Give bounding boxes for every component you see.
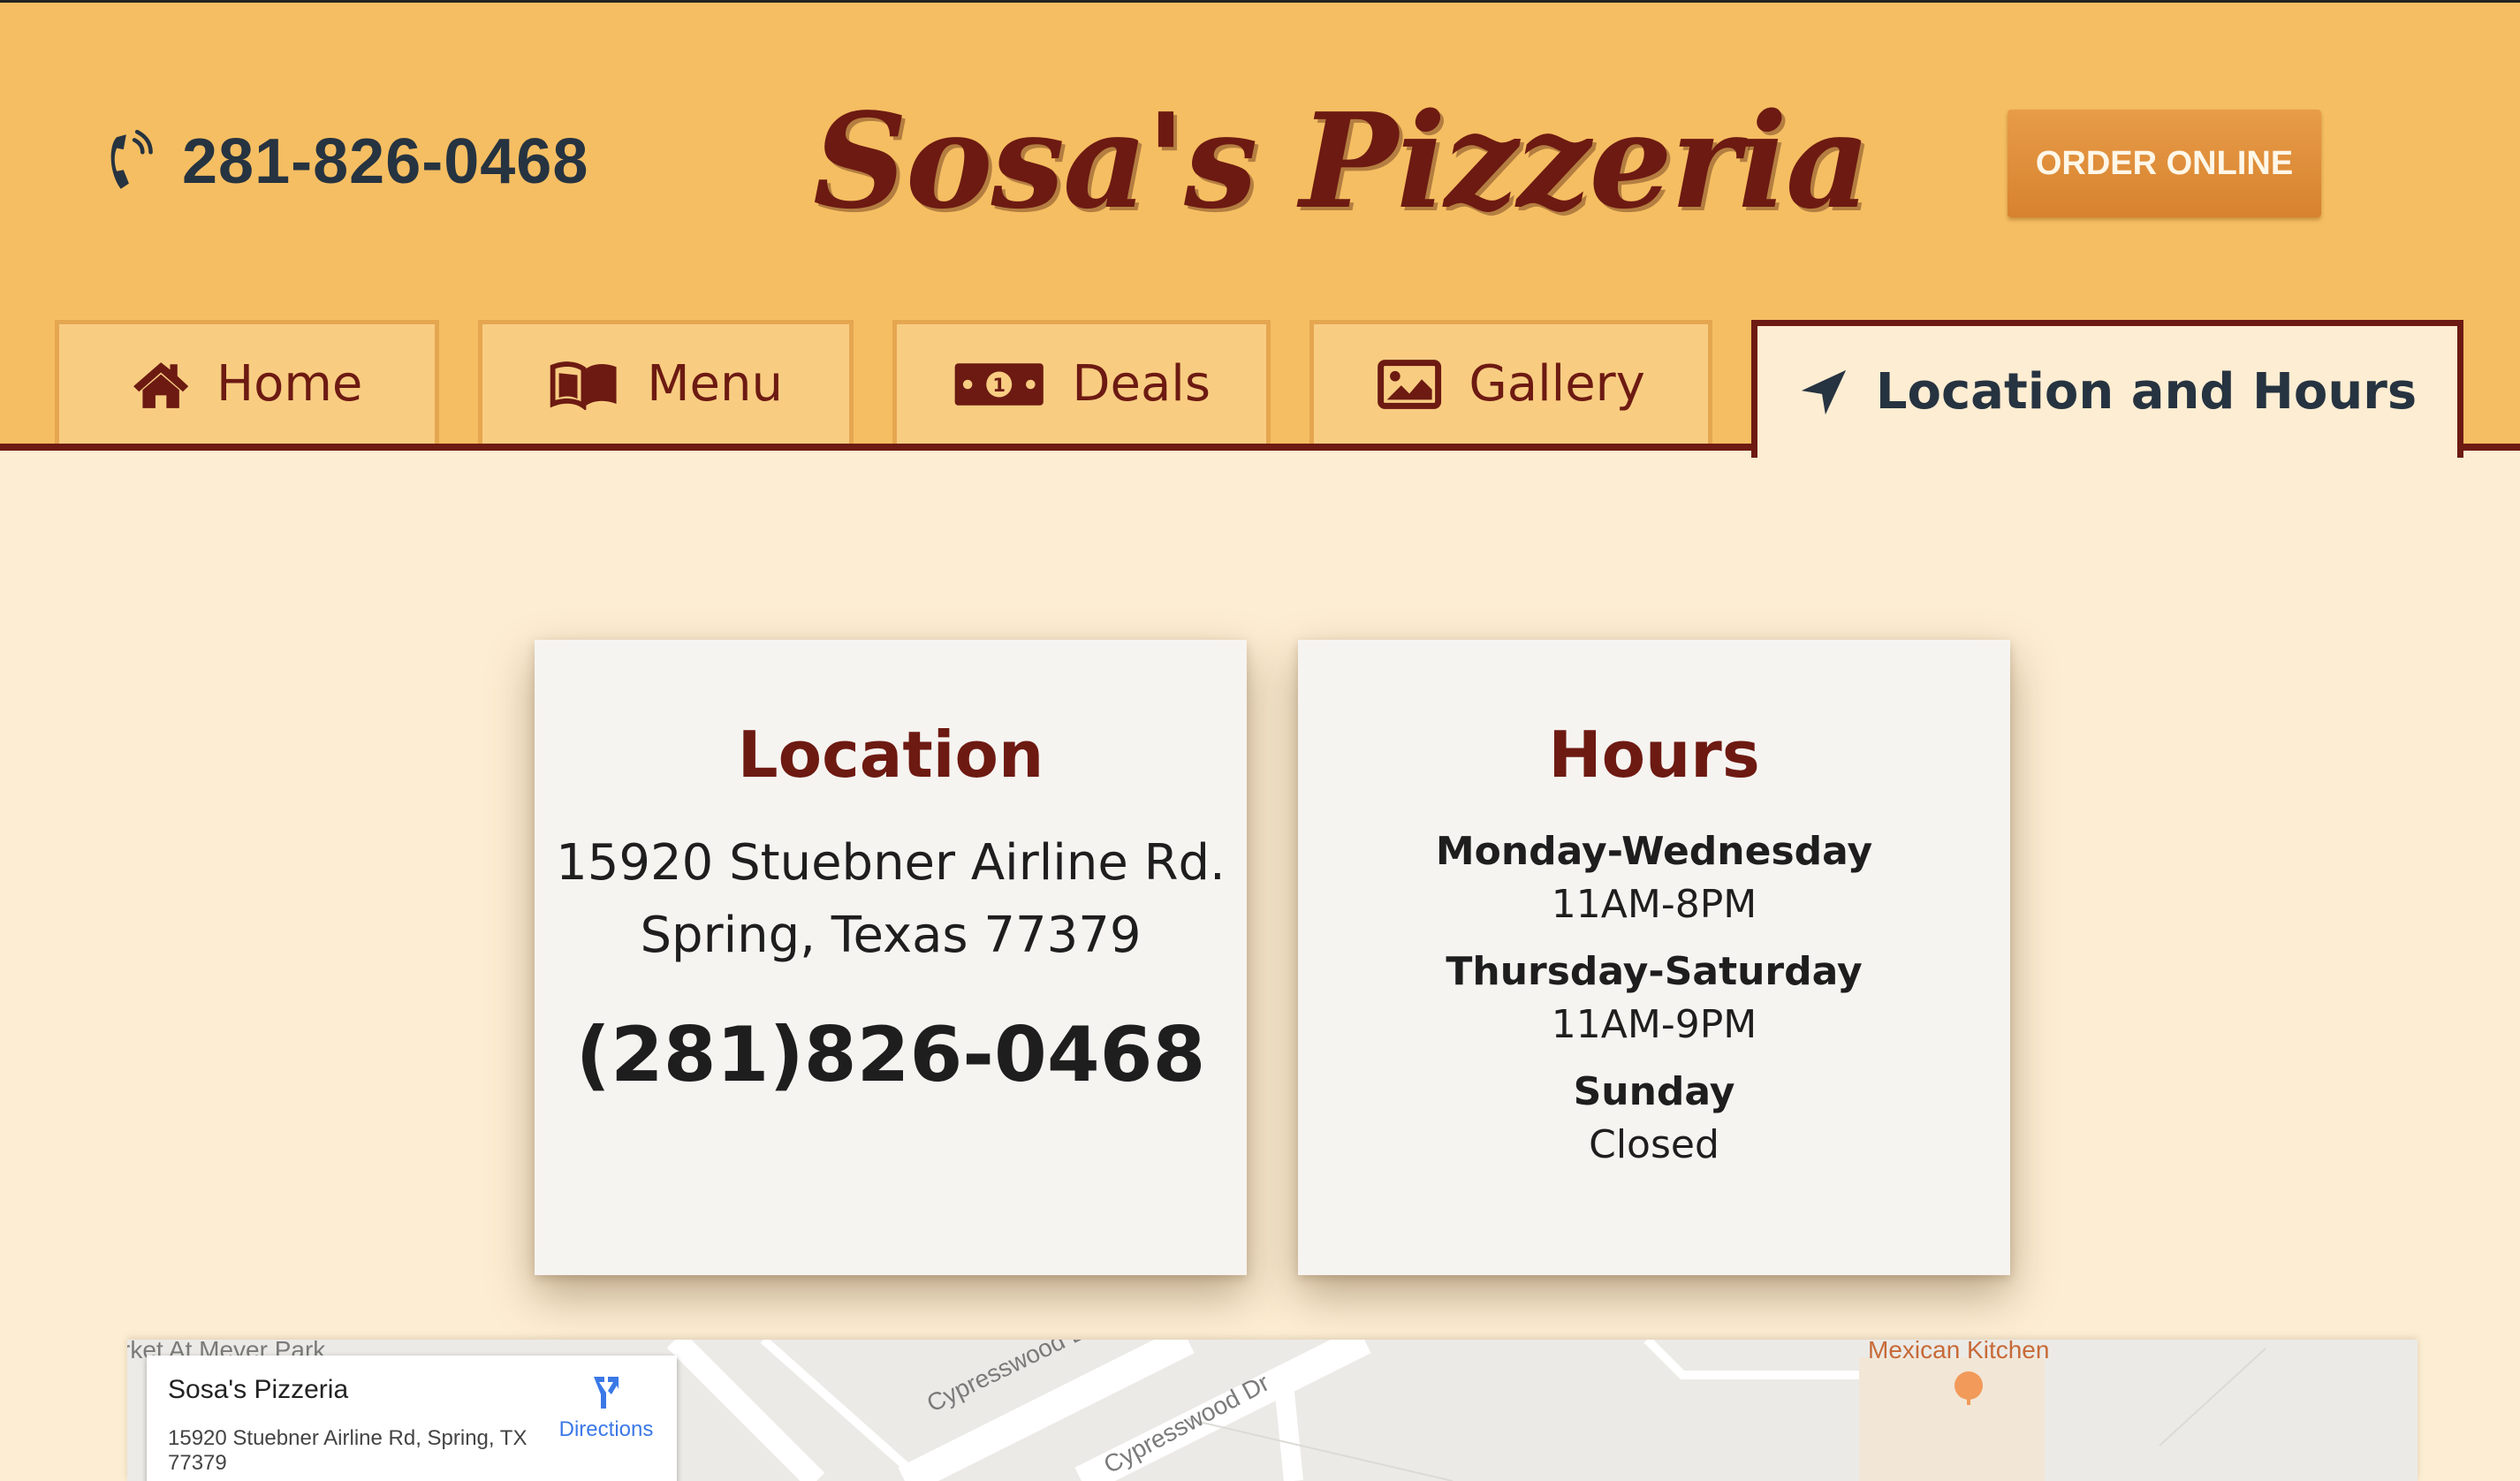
location-address: 15920 Stuebner Airline Rd. Spring, Texas…	[535, 827, 1247, 972]
place-name: Sosa's Pizzeria	[168, 1375, 349, 1404]
svg-text:1: 1	[992, 373, 1006, 395]
place-address: 15920 Stuebner Airline Rd, Spring, TX 77…	[168, 1426, 528, 1475]
hours-time: Closed	[1589, 1122, 1719, 1167]
location-card: Location 15920 Stuebner Airline Rd. Spri…	[535, 640, 1247, 1275]
directions-icon	[594, 1377, 619, 1409]
embedded-map[interactable]: rket At Meyer Park Cypresswood Dr Cypres…	[127, 1340, 2418, 1481]
hours-list: Monday-Wednesday 11AM-8PM Thursday-Satur…	[1298, 825, 2010, 1186]
book-icon	[550, 361, 617, 410]
tab-home[interactable]: Home	[55, 320, 439, 444]
tab-gallery-label: Gallery	[1469, 355, 1645, 413]
address-line-1: 15920 Stuebner Airline Rd.	[556, 834, 1226, 892]
hours-card: Hours Monday-Wednesday 11AM-8PM Thursday…	[1298, 640, 2010, 1275]
tab-deals-label: Deals	[1072, 355, 1211, 413]
hours-title: Hours	[1548, 718, 1760, 792]
map-place-card: Sosa's Pizzeria 15920 Stuebner Airline R…	[147, 1356, 677, 1481]
map-label-restaurant: Mexican Kitchen	[1868, 1340, 2050, 1363]
location-phone[interactable]: (281)826-0468	[535, 1011, 1247, 1099]
home-icon	[133, 361, 188, 408]
tab-menu-label: Menu	[647, 355, 783, 413]
tab-location-label: Location and Hours	[1875, 363, 2418, 421]
address-line-2: Spring, Texas 77379	[640, 907, 1142, 964]
location-title: Location	[737, 718, 1044, 792]
header-phone-number: 281-826-0468	[182, 126, 589, 197]
hours-day: Sunday	[1573, 1069, 1735, 1114]
tab-home-label: Home	[216, 355, 363, 413]
hours-time: 11AM-9PM	[1551, 1002, 1757, 1047]
order-online-button[interactable]: ORDER ONLINE	[2008, 110, 2321, 217]
location-arrow-icon	[1801, 369, 1846, 414]
money-icon: 1	[954, 362, 1044, 406]
brand-logo[interactable]: Sosa's Pizzeria	[813, 84, 1871, 243]
tab-location-and-hours[interactable]: Location and Hours	[1751, 320, 2463, 458]
directions-button[interactable]: Directions	[553, 1373, 659, 1442]
hours-day: Monday-Wednesday	[1435, 829, 1873, 874]
directions-label: Directions	[558, 1417, 654, 1441]
tab-deals[interactable]: 1 Deals	[892, 320, 1271, 444]
tab-menu[interactable]: Menu	[478, 320, 854, 444]
header-phone[interactable]: 281-826-0468	[104, 125, 588, 199]
hours-time: 11AM-8PM	[1551, 882, 1757, 927]
tab-gallery[interactable]: Gallery	[1309, 320, 1712, 444]
hours-day: Thursday-Saturday	[1446, 949, 1863, 994]
image-icon	[1378, 359, 1442, 409]
phone-icon	[110, 129, 153, 189]
